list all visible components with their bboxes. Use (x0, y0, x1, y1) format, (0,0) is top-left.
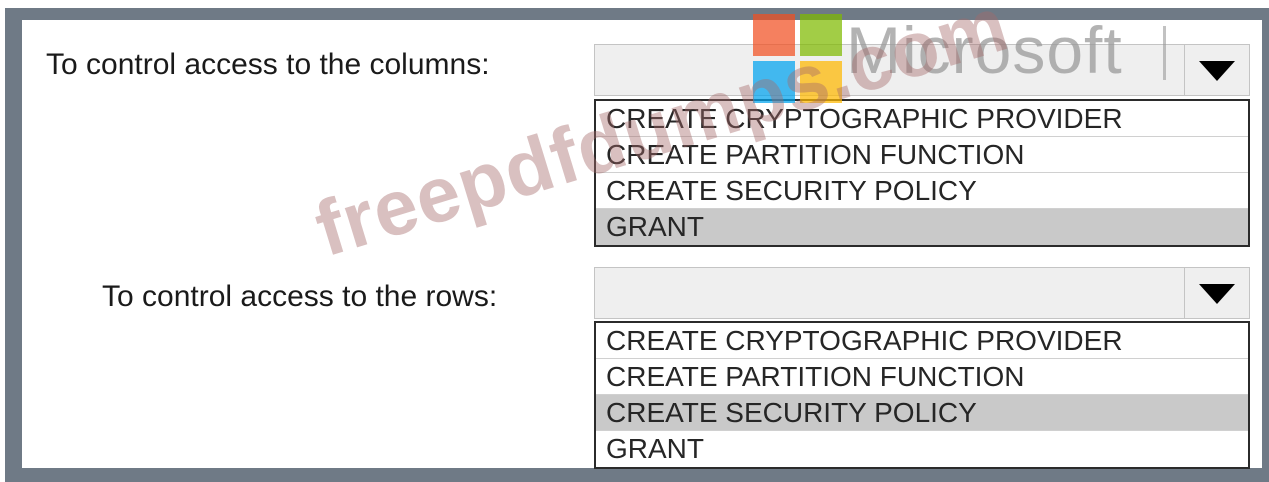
rows-option-grant[interactable]: GRANT (596, 431, 1248, 467)
rows-option-cryptographic-provider[interactable]: CREATE CRYPTOGRAPHIC PROVIDER (596, 323, 1248, 359)
columns-question-label: To control access to the columns: (46, 48, 490, 81)
rows-option-security-policy[interactable]: CREATE SECURITY POLICY (596, 395, 1248, 431)
columns-dropdown-toggle[interactable] (1184, 44, 1250, 96)
triangle-down-icon (1199, 284, 1235, 304)
triangle-down-icon (1199, 61, 1235, 81)
rows-dropdown[interactable] (594, 267, 1250, 319)
rows-option-partition-function[interactable]: CREATE PARTITION FUNCTION (596, 359, 1248, 395)
columns-option-grant[interactable]: GRANT (596, 209, 1248, 245)
rows-options-list: CREATE CRYPTOGRAPHIC PROVIDER CREATE PAR… (594, 321, 1250, 469)
columns-option-security-policy[interactable]: CREATE SECURITY POLICY (596, 173, 1248, 209)
rows-dropdown-toggle[interactable] (1184, 267, 1250, 319)
watermark-divider (1163, 26, 1166, 80)
rows-question-label: To control access to the rows: (102, 280, 498, 313)
